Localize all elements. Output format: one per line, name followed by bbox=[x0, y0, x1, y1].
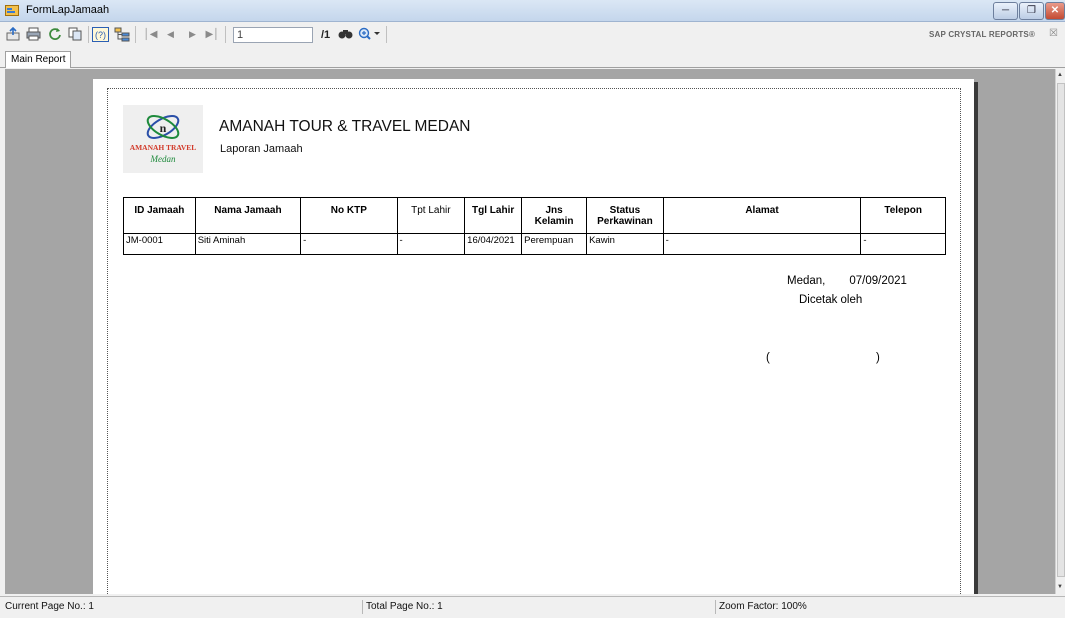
cell-id-jamaah: JM-0001 bbox=[123, 233, 196, 255]
print-date: 07/09/2021 bbox=[849, 275, 907, 287]
scroll-down-icon[interactable]: ▼ bbox=[1057, 584, 1063, 590]
column-header: Alamat bbox=[662, 197, 861, 234]
place-date: Medan, 07/09/2021 bbox=[787, 275, 907, 287]
restore-icon: ❐ bbox=[1027, 5, 1036, 16]
brand-close-icon[interactable]: ☒ bbox=[1049, 28, 1058, 39]
table-row: JM-0001 Siti Aminah - - 16/04/2021 Perem… bbox=[123, 233, 946, 255]
page-total-label: /1 bbox=[321, 29, 331, 41]
zoom-button[interactable] bbox=[357, 26, 383, 42]
scrollbar-thumb[interactable] bbox=[1057, 83, 1065, 577]
status-divider bbox=[362, 600, 363, 614]
column-header: Telepon bbox=[860, 197, 946, 234]
maximize-button[interactable]: ❐ bbox=[1019, 2, 1044, 20]
toolbar-separator bbox=[88, 26, 89, 43]
last-page-button[interactable]: ▶│ bbox=[204, 26, 221, 42]
scroll-up-icon[interactable]: ▲ bbox=[1057, 72, 1063, 78]
zoom-factor-status: Zoom Factor: 100% bbox=[719, 601, 807, 612]
cell-tpt-lahir: - bbox=[396, 233, 465, 255]
refresh-icon bbox=[48, 28, 61, 40]
place-label: Medan, bbox=[787, 275, 826, 287]
previous-page-icon: ◀ bbox=[167, 28, 174, 39]
toolbar-separator bbox=[386, 26, 387, 43]
copy-button[interactable] bbox=[67, 26, 84, 42]
svg-text:(?): (?) bbox=[95, 30, 106, 40]
table-header-row: ID Jamaah Nama Jamaah No KTP Tpt Lahir T… bbox=[123, 197, 946, 234]
find-button[interactable] bbox=[337, 26, 354, 42]
first-page-icon: │◀ bbox=[143, 28, 158, 40]
export-button[interactable] bbox=[5, 26, 22, 42]
status-divider bbox=[715, 600, 716, 614]
minimize-button[interactable]: ─ bbox=[993, 2, 1018, 20]
report-viewport[interactable]: n AMANAH TRAVEL Medan AMANAH TOUR & TRAV… bbox=[5, 69, 1055, 594]
company-logo: n AMANAH TRAVEL Medan bbox=[123, 105, 203, 173]
column-header: Tgl Lahir bbox=[464, 197, 522, 234]
column-header: Status Perkawinan bbox=[586, 197, 664, 234]
column-header: Jns Kelamin bbox=[521, 197, 587, 234]
help-icon: (?) bbox=[92, 26, 109, 42]
total-page-status: Total Page No.: 1 bbox=[366, 601, 443, 612]
form-app-icon bbox=[5, 5, 19, 16]
signature-open-paren: ( bbox=[766, 352, 770, 364]
logo-city-text: Medan bbox=[150, 154, 176, 164]
next-page-icon: ▶ bbox=[189, 28, 196, 39]
signature-close-paren: ) bbox=[876, 352, 880, 364]
status-bar: Current Page No.: 1 Total Page No.: 1 Zo… bbox=[0, 596, 1065, 618]
print-button[interactable] bbox=[25, 26, 42, 42]
zoom-icon bbox=[358, 27, 380, 40]
help-button[interactable]: (?) bbox=[92, 26, 109, 42]
toolbar-separator bbox=[135, 26, 136, 43]
vertical-scrollbar[interactable]: ▲ ▼ bbox=[1055, 69, 1065, 594]
group-tree-icon bbox=[114, 27, 129, 41]
page-margin-guide bbox=[107, 88, 961, 594]
column-header: Tpt Lahir bbox=[396, 197, 465, 234]
cell-telepon: - bbox=[860, 233, 946, 255]
cell-nama-jamaah: Siti Aminah bbox=[194, 233, 301, 255]
report-page: n AMANAH TRAVEL Medan AMANAH TOUR & TRAV… bbox=[93, 79, 974, 594]
close-icon: ✕ bbox=[1050, 5, 1060, 16]
export-icon bbox=[6, 27, 20, 41]
current-page-status: Current Page No.: 1 bbox=[5, 601, 94, 612]
next-page-button[interactable]: ▶ bbox=[184, 26, 201, 42]
cell-no-ktp: - bbox=[300, 233, 398, 255]
refresh-button[interactable] bbox=[46, 26, 63, 42]
last-page-icon: ▶│ bbox=[205, 28, 220, 40]
logo-brand-text: AMANAH TRAVEL bbox=[130, 143, 197, 152]
column-header: ID Jamaah bbox=[123, 197, 196, 234]
find-icon bbox=[338, 30, 353, 39]
page-number-input[interactable]: 1 bbox=[233, 27, 313, 43]
minimize-icon: ─ bbox=[1001, 5, 1010, 16]
cell-status-perkawinan: Kawin bbox=[586, 233, 664, 255]
column-header: No KTP bbox=[300, 197, 398, 234]
previous-page-button[interactable]: ◀ bbox=[162, 26, 179, 42]
brand-label: SAP CRYSTAL REPORTS® bbox=[929, 30, 1036, 39]
window-title: FormLapJamaah bbox=[26, 4, 110, 16]
signer-label: Dicetak oleh bbox=[799, 294, 863, 306]
column-header: Nama Jamaah bbox=[194, 197, 301, 234]
svg-text:n: n bbox=[160, 121, 167, 135]
cell-tgl-lahir: 16/04/2021 bbox=[464, 233, 522, 255]
report-toolbar: (?) │◀ ◀ ▶ ▶│ 1 /1 SAP CRYSTAL REPORTS® … bbox=[0, 22, 1065, 48]
tab-main-report[interactable]: Main Report bbox=[5, 51, 72, 68]
copy-icon bbox=[68, 27, 82, 41]
close-button[interactable]: ✕ bbox=[1045, 2, 1065, 20]
first-page-button[interactable]: │◀ bbox=[142, 26, 159, 42]
report-subtitle: Laporan Jamaah bbox=[220, 143, 303, 155]
toolbar-separator bbox=[225, 26, 226, 43]
company-name: AMANAH TOUR & TRAVEL MEDAN bbox=[219, 118, 471, 135]
cell-alamat: - bbox=[662, 233, 861, 255]
cell-jns-kelamin: Perempuan bbox=[521, 233, 587, 255]
group-tree-button[interactable] bbox=[113, 26, 130, 42]
title-bar: FormLapJamaah ─ ❐ ✕ bbox=[0, 0, 1065, 22]
jamaah-table: ID Jamaah Nama Jamaah No KTP Tpt Lahir T… bbox=[123, 197, 946, 255]
print-icon bbox=[26, 27, 41, 41]
report-tab-bar: Main Report bbox=[0, 48, 1065, 68]
